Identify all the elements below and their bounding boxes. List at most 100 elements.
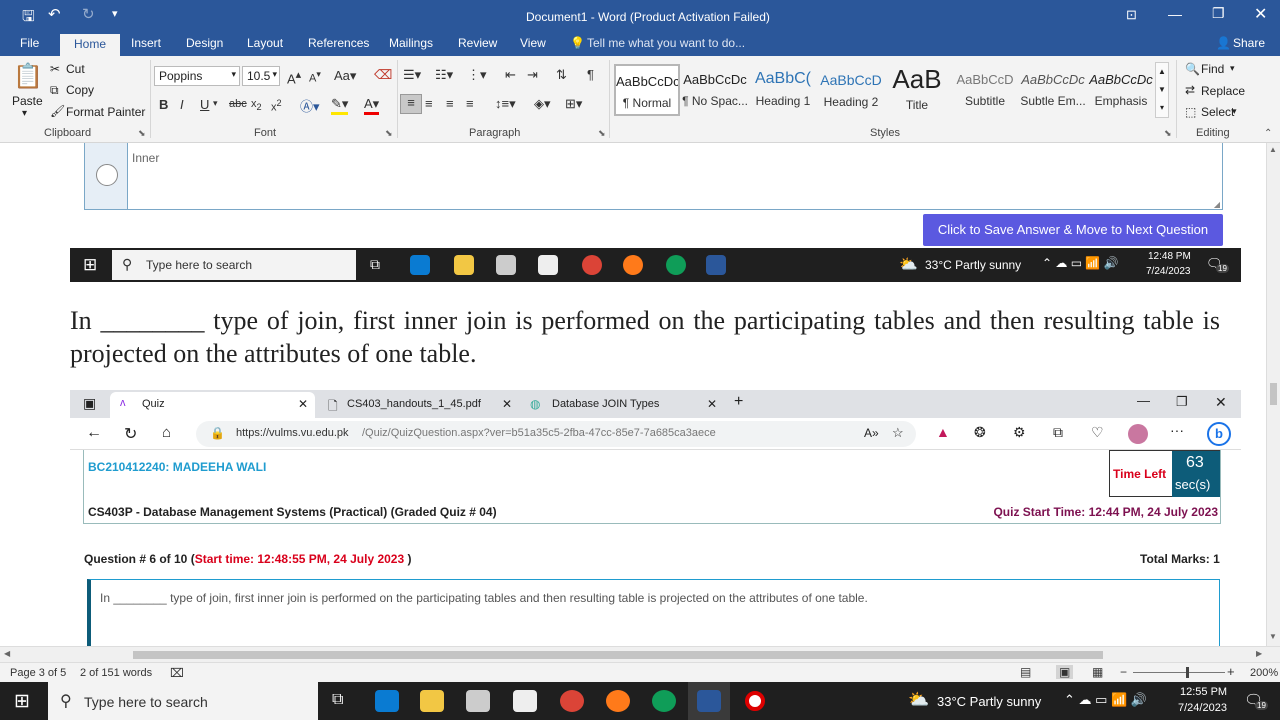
firefox-icon[interactable] <box>623 255 643 275</box>
chrome-icon[interactable] <box>582 255 602 275</box>
page-count[interactable]: Page 3 of 5 <box>10 667 66 679</box>
more-icon[interactable]: ··· <box>1170 422 1184 438</box>
mail-icon[interactable] <box>538 255 558 275</box>
read-aloud-icon[interactable]: A» <box>864 426 879 440</box>
task-view-icon[interactable]: ⧉ <box>332 691 343 709</box>
inner-taskbar-search[interactable]: ⚲ Type here to search <box>112 250 356 280</box>
new-tab-icon[interactable]: + <box>734 393 743 411</box>
scroll-left-icon[interactable]: ◀ <box>4 649 10 658</box>
chrome-profile-icon[interactable] <box>666 255 686 275</box>
zoom-slider[interactable] <box>1133 672 1225 673</box>
borders-icon[interactable]: ⊞▾ <box>565 96 582 112</box>
align-right-icon[interactable]: ≡ <box>446 96 454 111</box>
increase-indent-icon[interactable]: ⇥ <box>527 67 538 83</box>
chevron-down-icon[interactable]: ▾ <box>1232 106 1237 117</box>
weather-text[interactable]: 33°C Partly sunny <box>925 258 1021 272</box>
close-tab-icon[interactable]: ✕ <box>298 397 308 411</box>
print-layout-icon[interactable]: ▣ <box>1056 665 1074 679</box>
close-tab-icon[interactable]: ✕ <box>502 397 512 411</box>
save-next-button[interactable]: Click to Save Answer & Move to Next Ques… <box>923 214 1223 246</box>
close-icon[interactable]: ✕ <box>1254 4 1267 24</box>
line-spacing-icon[interactable]: ↕≡▾ <box>495 96 516 112</box>
vertical-scrollbar[interactable]: ▲ ▼ <box>1266 143 1280 646</box>
paste-button[interactable]: Paste <box>12 94 43 108</box>
styles-gallery-scroll[interactable]: ▲ ▼ ▾ <box>1155 62 1169 118</box>
copy-button[interactable]: Copy <box>66 83 94 97</box>
zoom-in-icon[interactable]: + <box>1227 664 1235 679</box>
styles-launcher-icon[interactable]: ⬊ <box>1164 128 1172 139</box>
show-marks-icon[interactable]: ¶ <box>587 67 594 82</box>
web-layout-icon[interactable]: ▦ <box>1092 665 1103 679</box>
style-heading-1[interactable]: AaBbC(Heading 1 <box>750 64 816 116</box>
clock-date[interactable]: 7/24/2023 <box>1178 702 1227 714</box>
style-title[interactable]: AaB Title <box>884 64 950 116</box>
multilevel-list-icon[interactable]: ⋮▾ <box>467 67 487 83</box>
h-scroll-thumb[interactable] <box>133 651 1103 659</box>
style-heading-2[interactable]: AaBbCcD Heading 2 <box>818 64 884 116</box>
mail-icon[interactable] <box>513 690 537 712</box>
scroll-thumb[interactable] <box>1270 383 1277 405</box>
close-tab-icon[interactable]: ✕ <box>707 397 717 411</box>
tab-insert[interactable]: Insert <box>131 36 161 50</box>
zoom-level[interactable]: 200% <box>1250 667 1278 679</box>
windows-start-icon[interactable]: ⊞ <box>14 690 30 713</box>
task-view-icon[interactable]: ⧉ <box>370 256 380 273</box>
paragraph-launcher-icon[interactable]: ⬊ <box>598 128 606 139</box>
bullets-icon[interactable]: ☰▾ <box>403 67 421 83</box>
sort-icon[interactable]: ⇅ <box>556 67 567 83</box>
close-icon[interactable]: ✕ <box>1215 394 1227 411</box>
store-icon[interactable] <box>466 690 490 712</box>
zoom-slider-thumb[interactable] <box>1186 667 1189 678</box>
option-row[interactable]: Inner ◢ <box>84 143 1223 210</box>
shrink-font-icon[interactable]: A▾ <box>309 69 321 85</box>
address-bar[interactable]: 🔒 https://vulms.vu.edu.pk /Quiz/QuizQues… <box>196 421 916 447</box>
font-launcher-icon[interactable]: ⬊ <box>385 128 393 139</box>
clear-formatting-icon[interactable]: ⌫ <box>374 67 392 83</box>
minimize-icon[interactable]: — <box>1137 393 1150 408</box>
favorite-icon[interactable]: ☆ <box>892 425 904 441</box>
browser-tab-quiz[interactable]: ʌ Quiz ✕ <box>110 392 315 418</box>
word-icon[interactable] <box>697 690 721 712</box>
chrome-icon[interactable] <box>560 690 584 712</box>
tab-review[interactable]: Review <box>458 36 497 50</box>
restore-icon[interactable]: ❐ <box>1176 394 1188 410</box>
share-button[interactable]: Share <box>1233 36 1265 50</box>
taskbar-search[interactable]: ⚲ Type here to search <box>48 682 318 720</box>
bing-icon[interactable]: b <box>1207 422 1231 446</box>
tab-layout[interactable]: Layout <box>247 36 283 50</box>
file-explorer-icon[interactable] <box>454 255 474 275</box>
tray-icons[interactable]: ⌃ ☁ ▭ 📶 🔊 <box>1064 692 1147 708</box>
text-effects-icon[interactable]: Ⓐ▾ <box>300 96 320 115</box>
style-normal[interactable]: AaBbCcDc ¶ Normal <box>614 64 680 116</box>
decrease-indent-icon[interactable]: ⇤ <box>505 67 516 83</box>
style-no-spacing[interactable]: AaBbCcDc ¶ No Spac... <box>682 64 748 116</box>
superscript-icon[interactable]: x2 <box>271 98 282 114</box>
font-color-icon[interactable]: A▾ <box>364 96 380 115</box>
zoom-out-icon[interactable]: − <box>1120 665 1127 679</box>
gallery-more-icon[interactable]: ▾ <box>1156 99 1168 117</box>
tab-mailings[interactable]: Mailings <box>389 36 433 50</box>
refresh-icon[interactable]: ↻ <box>124 424 137 444</box>
firefox-icon[interactable] <box>606 690 630 712</box>
profile-avatar[interactable] <box>1128 424 1148 444</box>
word-icon[interactable] <box>706 255 726 275</box>
extensions-icon[interactable]: ⚙ <box>1013 424 1026 441</box>
chevron-up-icon[interactable]: ▲ <box>1156 63 1168 81</box>
scroll-down-icon[interactable]: ▼ <box>1269 632 1277 641</box>
italic-icon[interactable]: I <box>180 97 184 112</box>
option-radio[interactable] <box>96 164 118 186</box>
weather-text[interactable]: 33°C Partly sunny <box>937 694 1041 709</box>
home-icon[interactable]: ⌂ <box>162 424 171 441</box>
clipboard-launcher-icon[interactable]: ⬊ <box>138 128 146 139</box>
tab-view[interactable]: View <box>520 36 546 50</box>
collapse-ribbon-icon[interactable]: ⌃ <box>1264 128 1272 139</box>
align-center-icon[interactable]: ≡ <box>425 96 433 111</box>
tab-actions-icon[interactable]: ▣ <box>83 395 96 412</box>
tell-me-box[interactable]: Tell me what you want to do... <box>587 36 745 50</box>
horizontal-scrollbar[interactable]: ◀ ▶ <box>0 646 1280 662</box>
tray-icons[interactable]: ⌃ ☁ ▭ 📶 🔊 <box>1042 256 1119 270</box>
scroll-right-icon[interactable]: ▶ <box>1256 649 1262 658</box>
strikethrough-icon[interactable]: abc <box>229 98 247 110</box>
numbering-icon[interactable]: ☷▾ <box>435 67 453 83</box>
style-subtle-emphasis[interactable]: AaBbCcDc Subtle Em... <box>1020 64 1086 116</box>
